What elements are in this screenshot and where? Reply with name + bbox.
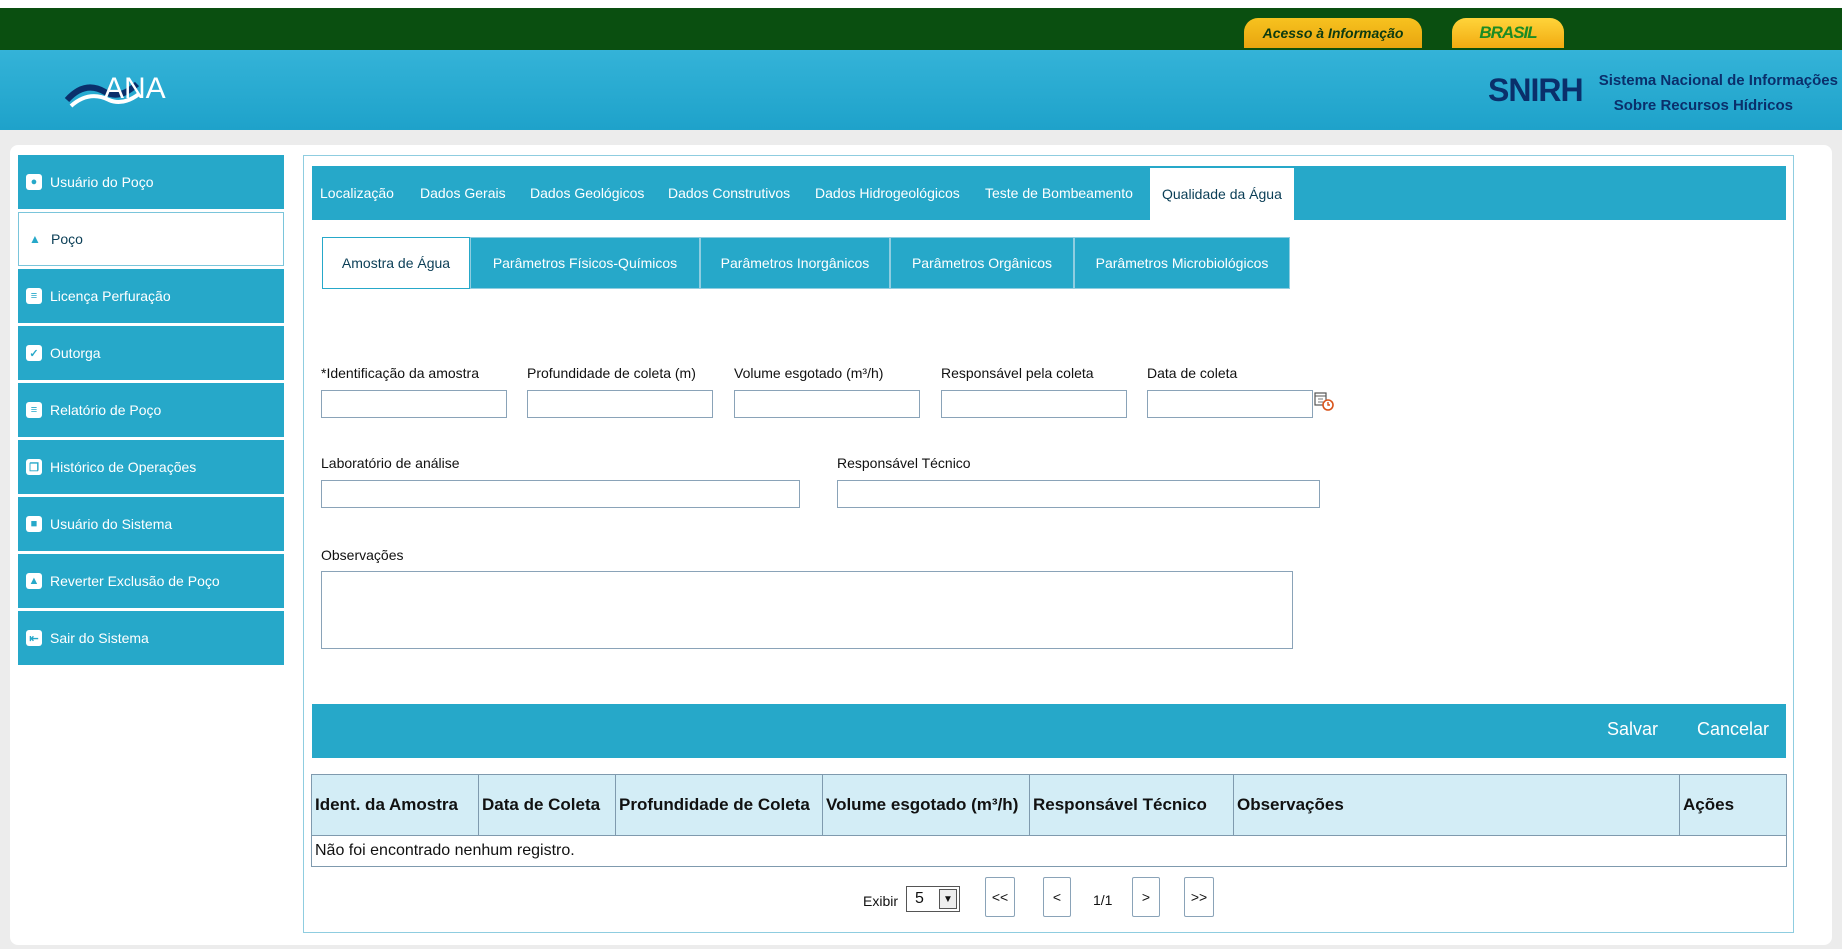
tab-dados-geologicos[interactable]: Dados Geológicos <box>530 166 644 220</box>
id-amostra-label: *Identificação da amostra <box>321 365 479 381</box>
sidebar-item-label: Usuário do Poço <box>50 174 154 190</box>
subtab-parametros-organicos[interactable]: Parâmetros Orgânicos <box>890 237 1074 289</box>
col-volume-esgotado[interactable]: Volume esgotado (m³/h) <box>822 774 1030 836</box>
page-size-label: Exibir <box>863 893 899 909</box>
subtab-parametros-inorganicos[interactable]: Parâmetros Inorgânicos <box>700 237 890 289</box>
col-ident-amostra[interactable]: Ident. da Amostra <box>311 774 479 836</box>
sidebar-item-historico-operacoes[interactable]: ❐ Histórico de Operações <box>18 440 284 494</box>
subtab-amostra-agua[interactable]: Amostra de Água <box>322 237 470 289</box>
volume-esgotado-input[interactable] <box>734 390 920 418</box>
table-header-row: Ident. da Amostra Data de Coleta Profund… <box>311 774 1787 836</box>
tab-teste-bombeamento[interactable]: Teste de Bombeamento <box>985 166 1133 220</box>
acesso-informacao-link[interactable]: Acesso à Informação <box>1244 18 1422 48</box>
data-coleta-label: Data de coleta <box>1147 365 1238 381</box>
tab-qualidade-agua[interactable]: Qualidade da Água <box>1150 168 1294 220</box>
next-page-button[interactable]: > <box>1132 877 1160 917</box>
sidebar-item-poco[interactable]: ▲ Poço <box>18 212 284 266</box>
sidebar-item-usuario-sistema[interactable]: ■ Usuário do Sistema <box>18 497 284 551</box>
sidebar-item-relatorio-poco[interactable]: ≡ Relatório de Poço <box>18 383 284 437</box>
ana-logo-text: ANA <box>104 72 166 105</box>
observacoes-textarea[interactable] <box>321 571 1293 649</box>
id-amostra-input[interactable] <box>321 390 507 418</box>
col-observacoes[interactable]: Observações <box>1233 774 1680 836</box>
snirh-title-line1: Sistema Nacional de Informações <box>1598 72 1838 89</box>
observacoes-label: Observações <box>321 547 404 563</box>
col-data-coleta[interactable]: Data de Coleta <box>478 774 616 836</box>
page-size-select[interactable]: 5 ▼ <box>906 886 960 912</box>
exit-icon: ⇤ <box>26 630 42 646</box>
cancel-button[interactable]: Cancelar <box>1697 719 1769 740</box>
brasil-link[interactable]: BRASIL <box>1452 18 1564 48</box>
sidebar-item-label: Sair do Sistema <box>50 630 149 646</box>
table-row: Não foi encontrado nenhum registro. <box>311 835 1787 867</box>
sidebar-item-label: Poço <box>51 231 83 247</box>
volume-esgotado-label: Volume esgotado (m³/h) <box>734 365 884 381</box>
sidebar-item-licenca-perfuracao[interactable]: ≡ Licença Perfuração <box>18 269 284 323</box>
page-info: 1/1 <box>1093 892 1113 908</box>
sidebar-menu: ● Usuário do Poço ▲ Poço ≡ Licença Perfu… <box>18 155 284 668</box>
responsavel-coleta-input[interactable] <box>941 390 1127 418</box>
sidebar-item-reverter-exclusao[interactable]: ▲ Reverter Exclusão de Poço <box>18 554 284 608</box>
tab-dados-construtivos[interactable]: Dados Construtivos <box>668 166 790 220</box>
last-page-button[interactable]: >> <box>1184 877 1214 917</box>
empty-message: Não foi encontrado nenhum registro. <box>311 835 1787 867</box>
tab-dados-hidrogeologicos[interactable]: Dados Hidrogeológicos <box>815 166 960 220</box>
subtab-parametros-microbiologicos[interactable]: Parâmetros Microbiológicos <box>1074 237 1290 289</box>
first-page-button[interactable]: << <box>985 877 1015 917</box>
drop-icon: ▲ <box>26 573 42 589</box>
sidebar-item-label: Outorga <box>50 345 101 361</box>
action-bar <box>312 704 1786 758</box>
report-icon: ≡ <box>26 402 42 418</box>
sidebar-item-sair-sistema[interactable]: ⇤ Sair do Sistema <box>18 611 284 665</box>
sidebar-item-label: Reverter Exclusão de Poço <box>50 573 220 589</box>
checklist-icon: ✓ <box>26 345 42 361</box>
sidebar-item-usuario-poco[interactable]: ● Usuário do Poço <box>18 155 284 209</box>
copy-icon: ❐ <box>26 459 42 475</box>
tab-dados-gerais[interactable]: Dados Gerais <box>420 166 506 220</box>
sidebar-item-label: Usuário do Sistema <box>50 516 173 532</box>
profundidade-coleta-input[interactable] <box>527 390 713 418</box>
laboratorio-label: Laboratório de análise <box>321 455 460 471</box>
sidebar-item-label: Histórico de Operações <box>50 459 197 475</box>
responsavel-tecnico-label: Responsável Técnico <box>837 455 971 471</box>
snirh-title-line2: Sobre Recursos Hídricos <box>1613 97 1793 114</box>
calendar-clock-icon[interactable] <box>1313 390 1335 412</box>
save-button[interactable]: Salvar <box>1607 719 1658 740</box>
data-coleta-input[interactable] <box>1147 390 1313 418</box>
col-responsavel-tecnico[interactable]: Responsável Técnico <box>1029 774 1234 836</box>
sidebar-item-outorga[interactable]: ✓ Outorga <box>18 326 284 380</box>
gov-top-bar: Acesso à Informação BRASIL <box>0 0 1842 50</box>
main-tab-bar: Localização Dados Gerais Dados Geológico… <box>312 166 1786 220</box>
monitor-icon: ■ <box>26 516 42 532</box>
laboratorio-input[interactable] <box>321 480 800 508</box>
snirh-logo[interactable]: SNIRH <box>1488 72 1584 109</box>
profundidade-coleta-label: Profundidade de coleta (m) <box>527 365 696 381</box>
document-icon: ≡ <box>26 288 42 304</box>
tab-localizacao[interactable]: Localização <box>320 166 394 220</box>
prev-page-button[interactable]: < <box>1043 877 1071 917</box>
subtab-parametros-fisico-quimicos[interactable]: Parâmetros Físicos-Químicos <box>470 237 700 289</box>
sidebar-item-label: Relatório de Poço <box>50 402 162 418</box>
sidebar-item-label: Licença Perfuração <box>50 288 171 304</box>
col-acoes: Ações <box>1679 774 1787 836</box>
amostras-table: Ident. da Amostra Data de Coleta Profund… <box>311 774 1787 867</box>
responsavel-coleta-label: Responsável pela coleta <box>941 365 1094 381</box>
user-icon: ● <box>26 174 42 190</box>
chevron-down-icon[interactable]: ▼ <box>939 889 957 909</box>
col-profundidade-coleta[interactable]: Profundidade de Coleta <box>615 774 823 836</box>
page-size-value: 5 <box>915 890 924 907</box>
responsavel-tecnico-input[interactable] <box>837 480 1320 508</box>
drop-icon: ▲ <box>29 232 41 246</box>
